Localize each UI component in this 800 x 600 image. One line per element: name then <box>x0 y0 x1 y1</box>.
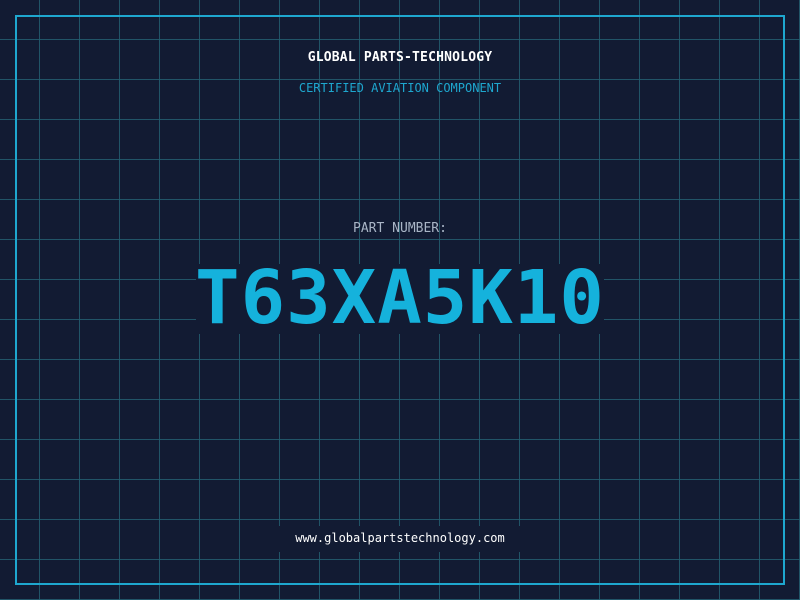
part-label-card: GLOBAL PARTS-TECHNOLOGY CERTIFIED AVIATI… <box>0 0 800 600</box>
website-url: www.globalpartstechnology.com <box>295 531 505 545</box>
part-number-label: PART NUMBER: <box>353 221 447 236</box>
part-number-value: T63XA5K10 <box>195 255 605 341</box>
brand-title: GLOBAL PARTS-TECHNOLOGY <box>307 50 493 65</box>
brand-subtitle: CERTIFIED AVIATION COMPONENT <box>298 81 502 95</box>
